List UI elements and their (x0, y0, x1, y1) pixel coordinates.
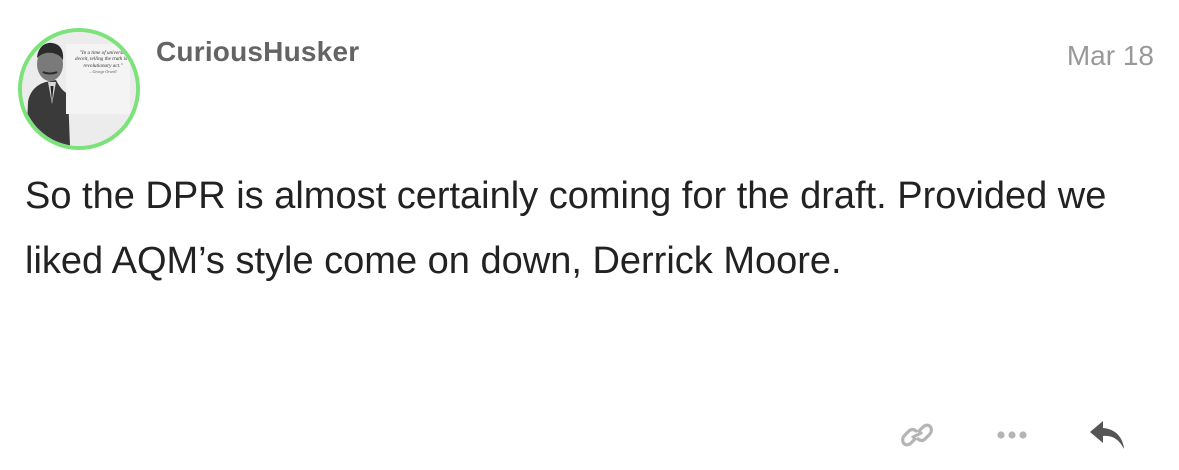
post-author-username[interactable]: CuriousHusker (156, 36, 359, 68)
avatar-quote-text: "In a time of universal deceit, telling … (74, 50, 132, 75)
more-options-button[interactable] (990, 415, 1034, 455)
avatar-quote: "In a time of universal deceit, telling … (75, 50, 131, 69)
reply-button[interactable] (1084, 415, 1132, 455)
ellipsis-icon (997, 431, 1027, 439)
user-avatar[interactable]: "In a time of universal deceit, telling … (18, 28, 140, 150)
post-body-text: So the DPR is almost certainly coming fo… (25, 175, 1107, 282)
forum-post: "In a time of universal deceit, telling … (0, 0, 1179, 470)
copy-link-button[interactable] (895, 415, 939, 455)
avatar-attribution: – George Orwell (89, 69, 117, 75)
link-icon (901, 423, 933, 447)
reply-icon (1090, 421, 1124, 449)
post-date[interactable]: Mar 18 (1067, 40, 1154, 72)
